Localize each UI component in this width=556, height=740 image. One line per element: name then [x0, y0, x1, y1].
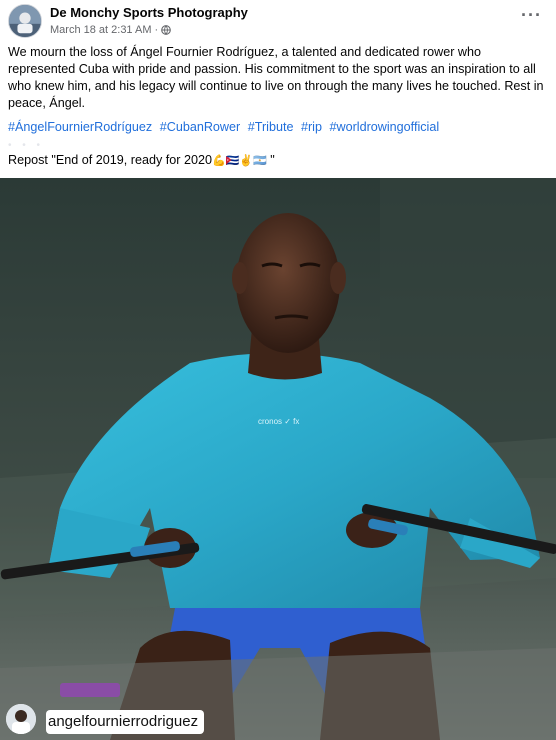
- hashtag-link[interactable]: #CubanRower: [160, 120, 241, 134]
- hashtag-link[interactable]: #Tribute: [248, 120, 294, 134]
- more-options-icon[interactable]: ···: [521, 6, 542, 24]
- hashtag-link[interactable]: #rip: [301, 120, 322, 134]
- repost-caption: Repost "End of 2019, ready for 2020💪🇨🇺✌️…: [8, 152, 275, 170]
- instagram-avatar: [6, 704, 36, 734]
- hashtag-link[interactable]: #ÁngelFournierRodríguez: [8, 120, 152, 134]
- post-photo[interactable]: cronos ✓ fx: [0, 178, 556, 740]
- shirt-logo: cronos ✓ fx: [258, 417, 299, 426]
- post-body-text: We mourn the loss of Ángel Fournier Rodr…: [8, 45, 544, 110]
- post-body: We mourn the loss of Ángel Fournier Rodr…: [8, 44, 548, 112]
- repost-prefix: Repost "End of 2019, ready for 2020: [8, 153, 213, 167]
- hashtag-list: #ÁngelFournierRodríguez #CubanRower #Tri…: [8, 119, 443, 136]
- divider-dots: • • •: [8, 140, 45, 151]
- repost-emojis: 💪🇨🇺✌️🇦🇷: [212, 155, 267, 167]
- meta-separator: ·: [154, 24, 159, 36]
- post-meta: March 18 at 2:31 AM ·: [50, 24, 172, 36]
- post-header: De Monchy Sports Photography March 18 at…: [0, 0, 556, 44]
- repost-suffix: ": [266, 153, 275, 167]
- post-timestamp[interactable]: March 18 at 2:31 AM: [50, 24, 152, 36]
- hashtag-link[interactable]: #worldrowingofficial: [329, 120, 439, 134]
- instagram-overlay: angelfournierrodriguez: [0, 698, 556, 740]
- globe-icon: [161, 25, 172, 35]
- page-avatar[interactable]: [8, 4, 42, 38]
- instagram-handle: angelfournierrodriguez: [46, 710, 205, 734]
- page-name-link[interactable]: De Monchy Sports Photography: [50, 5, 248, 20]
